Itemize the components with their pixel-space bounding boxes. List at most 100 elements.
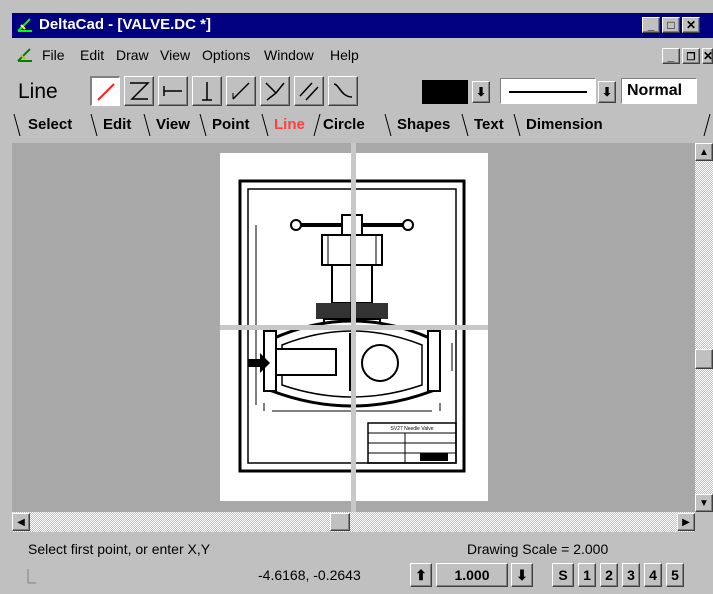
tab-separator (143, 114, 151, 136)
scale-up-button[interactable]: ⬆ (410, 563, 432, 587)
status-bar: Select first point, or enter X,Y Drawing… (12, 534, 713, 594)
minimize-button[interactable]: _ (642, 17, 660, 33)
tab-separator (513, 114, 521, 136)
menu-bar: File Edit Draw View Options Window Help … (12, 40, 713, 70)
vertical-scroll-thumb[interactable] (695, 349, 713, 369)
deltacad-app-icon (17, 18, 32, 32)
minimize-icon: _ (647, 18, 655, 32)
vertical-line-icon (202, 82, 212, 101)
bisector-line-tool-button[interactable] (260, 76, 290, 106)
tab-separator (313, 114, 321, 136)
snap-button-4[interactable]: 4 (644, 563, 662, 587)
cursor-coordinates: -4.6168, -0.2643 (258, 567, 361, 583)
maximize-icon: □ (667, 18, 675, 32)
minimize-icon: _ (667, 49, 675, 63)
close-button[interactable]: ✕ (682, 17, 700, 33)
menu-help[interactable]: Help (330, 47, 359, 63)
down-arrow-icon: ⬇ (516, 567, 528, 583)
restore-icon: ❐ (686, 52, 696, 63)
menu-window[interactable]: Window (264, 47, 314, 63)
tab-separator (384, 114, 392, 136)
close-icon: ✕ (703, 49, 713, 63)
line-width-select[interactable]: Normal (621, 78, 697, 104)
tab-separator (461, 114, 469, 136)
tab-circle[interactable]: Circle (323, 114, 365, 136)
scrollbar-corner (695, 512, 713, 532)
drawing-canvas[interactable]: SV27 Needle Valve (12, 143, 695, 512)
snap-button-1[interactable]: 1 (578, 563, 596, 587)
vertical-scrollbar[interactable]: ▲ ▼ (695, 143, 713, 512)
polyline-icon (130, 82, 150, 100)
crosshair-horizontal (220, 325, 488, 330)
line-icon (97, 83, 115, 101)
menu-file[interactable]: File (42, 47, 65, 63)
down-arrow-icon: ▼ (699, 498, 709, 509)
snap-button-s[interactable]: S (552, 563, 574, 587)
snap-button-2[interactable]: 2 (600, 563, 618, 587)
snap-button-3[interactable]: 3 (622, 563, 640, 587)
up-arrow-icon: ⬆ (415, 567, 427, 583)
down-arrow-icon: ⬇ (475, 85, 487, 99)
window-title: DeltaCad - [VALVE.DC *] (39, 16, 211, 33)
doc-close-button[interactable]: ✕ (702, 48, 713, 64)
parallel-line-tool-button[interactable] (294, 76, 324, 106)
left-arrow-icon: ◀ (17, 517, 25, 528)
tab-edit[interactable]: Edit (103, 114, 131, 136)
snap-button-5[interactable]: 5 (666, 563, 684, 587)
color-dropdown-button[interactable]: ⬇ (472, 81, 490, 103)
document-icon[interactable] (16, 47, 34, 63)
angle-line-tool-button[interactable] (226, 76, 256, 106)
tab-separator (199, 114, 207, 136)
drawing-scale-label: Drawing Scale = 2.000 (467, 541, 609, 557)
tab-separator (261, 114, 269, 136)
menu-options[interactable]: Options (202, 47, 250, 63)
close-icon: ✕ (685, 18, 697, 32)
polyline-tool-button[interactable] (124, 76, 154, 106)
tab-separator (13, 114, 21, 136)
tab-line[interactable]: Line (274, 114, 305, 136)
line-style-dropdown-button[interactable]: ⬇ (598, 81, 616, 103)
menu-edit[interactable]: Edit (80, 47, 104, 63)
tool-mode-label: Line (18, 80, 58, 103)
doc-restore-button[interactable]: ❐ (682, 48, 700, 64)
horizontal-scroll-thumb[interactable] (330, 513, 350, 531)
tab-shapes[interactable]: Shapes (397, 114, 450, 136)
horizontal-scrollbar[interactable]: ◀ ▶ (12, 512, 695, 532)
tab-view[interactable]: View (156, 114, 190, 136)
line-style-select[interactable] (500, 78, 596, 104)
tab-select[interactable]: Select (28, 114, 72, 136)
right-arrow-icon: ▶ (682, 517, 690, 528)
line-style-preview (509, 91, 587, 93)
scroll-up-button[interactable]: ▲ (695, 143, 713, 161)
title-block-text: SV27 Needle Valve (391, 426, 434, 432)
scroll-down-button[interactable]: ▼ (695, 494, 713, 512)
scroll-right-button[interactable]: ▶ (677, 513, 695, 531)
angle-line-icon (232, 82, 250, 100)
tab-separator (90, 114, 98, 136)
tab-text[interactable]: Text (474, 114, 504, 136)
status-prompt: Select first point, or enter X,Y (28, 541, 211, 557)
doc-minimize-button[interactable]: _ (662, 48, 680, 64)
menu-draw[interactable]: Draw (116, 47, 149, 63)
tool-tab-strip: Select Edit View Point Line Circle Shape… (12, 110, 713, 140)
color-swatch[interactable] (422, 80, 468, 104)
vertical-line-tool-button[interactable] (192, 76, 222, 106)
tab-separator (703, 114, 711, 136)
down-arrow-icon: ⬇ (601, 85, 613, 99)
scale-down-button[interactable]: ⬇ (511, 563, 533, 587)
bisector-line-icon (265, 82, 285, 101)
horizontal-line-icon (163, 86, 182, 96)
tab-dimension[interactable]: Dimension (526, 114, 603, 136)
scroll-left-button[interactable]: ◀ (12, 513, 30, 531)
title-bar[interactable]: DeltaCad - [VALVE.DC *] _ □ ✕ (12, 13, 713, 38)
curve-tool-button[interactable] (328, 76, 358, 106)
curve-icon (333, 83, 353, 98)
maximize-button[interactable]: □ (662, 17, 680, 33)
corner-mark-icon (27, 569, 36, 584)
scale-value-field[interactable]: 1.000 (436, 563, 508, 587)
up-arrow-icon: ▲ (699, 147, 709, 158)
tab-point[interactable]: Point (212, 114, 250, 136)
horizontal-line-tool-button[interactable] (158, 76, 188, 106)
line-tool-button[interactable] (90, 76, 120, 106)
menu-view[interactable]: View (160, 47, 190, 63)
